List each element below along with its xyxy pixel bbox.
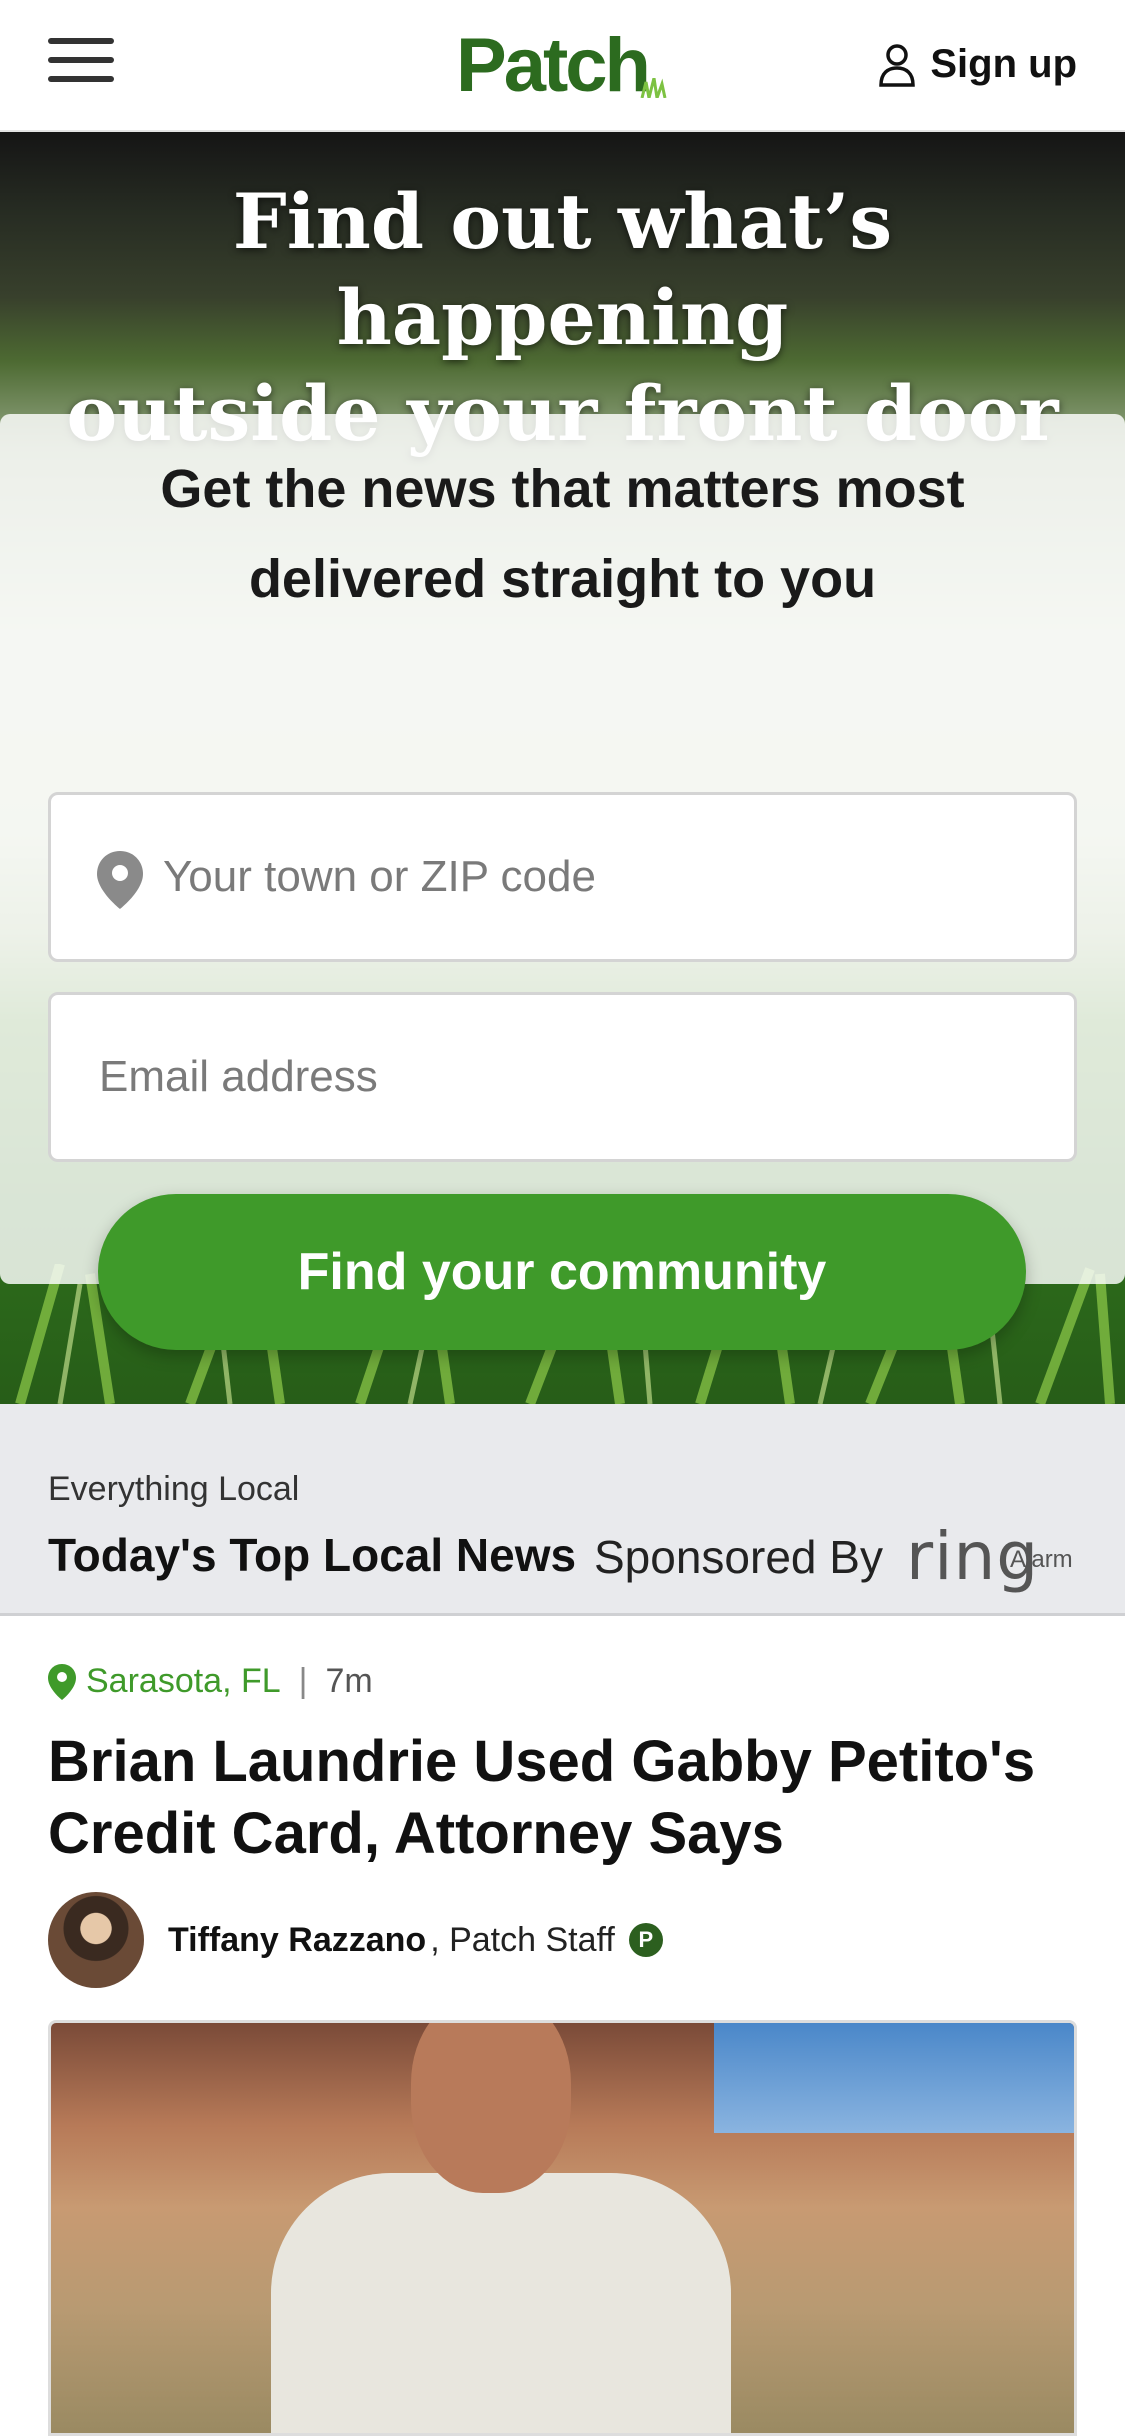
logo-grass-icon <box>640 78 667 98</box>
location-pin-icon <box>97 851 143 909</box>
user-icon <box>879 43 916 87</box>
patch-logo[interactable]: Patch <box>456 22 651 109</box>
article-image[interactable] <box>48 2020 1077 2436</box>
signup-heading-line-2: delivered straight to you <box>248 549 877 609</box>
email-field[interactable] <box>48 992 1077 1162</box>
find-community-button[interactable]: Find your community <box>98 1194 1026 1350</box>
ring-alarm-label: Alarm <box>1010 1546 1073 1573</box>
image-person-head <box>411 2023 571 2193</box>
signup-heading-line-1: Get the news that matters most <box>160 459 965 519</box>
section-title: Today's Top Local News <box>48 1529 577 1581</box>
author-avatar[interactable] <box>48 1892 144 1988</box>
article-location-link[interactable]: Sarasota, FL <box>86 1662 281 1701</box>
patch-staff-badge-icon: P <box>628 1923 663 1957</box>
hero-title-line-1: Find out what’s happening <box>232 177 893 362</box>
hamburger-menu-icon[interactable] <box>48 38 114 84</box>
newsletter-signup-card: Get the news that matters most delivered… <box>0 414 1125 1350</box>
image-person-shirt <box>271 2173 731 2433</box>
sign-up-button[interactable]: Sign up <box>878 42 1077 87</box>
sign-up-label: Sign up <box>930 42 1077 86</box>
meta-separator: | <box>298 1662 308 1700</box>
article-headline[interactable]: Brian Laundrie Used Gabby Petito's Credi… <box>48 1726 1078 1870</box>
article-time: 7m <box>325 1662 373 1700</box>
town-zip-field[interactable] <box>48 792 1077 962</box>
location-pin-icon <box>48 1663 76 1700</box>
top-header: Patch Sign up <box>0 0 1125 132</box>
top-news-section-header: Everything Local Today's Top Local News … <box>0 1404 1125 1616</box>
image-sky <box>714 2023 1074 2133</box>
author-name[interactable]: Tiffany Razzano <box>168 1921 426 1960</box>
article-meta: Sarasota, FL | 7m <box>48 1662 373 1701</box>
section-kicker: Everything Local <box>48 1470 300 1508</box>
author-role: , Patch Staff <box>430 1920 615 1959</box>
hero-banner: Find out what’s happening outside your f… <box>0 132 1125 1404</box>
email-input[interactable] <box>99 995 1039 1159</box>
sponsored-by-label: Sponsored By <box>594 1531 883 1583</box>
town-zip-input[interactable] <box>163 795 1043 959</box>
signup-heading: Get the news that matters most delivered… <box>0 444 1125 624</box>
article-byline: Tiffany Razzano , Patch Staff P <box>48 1892 663 1988</box>
